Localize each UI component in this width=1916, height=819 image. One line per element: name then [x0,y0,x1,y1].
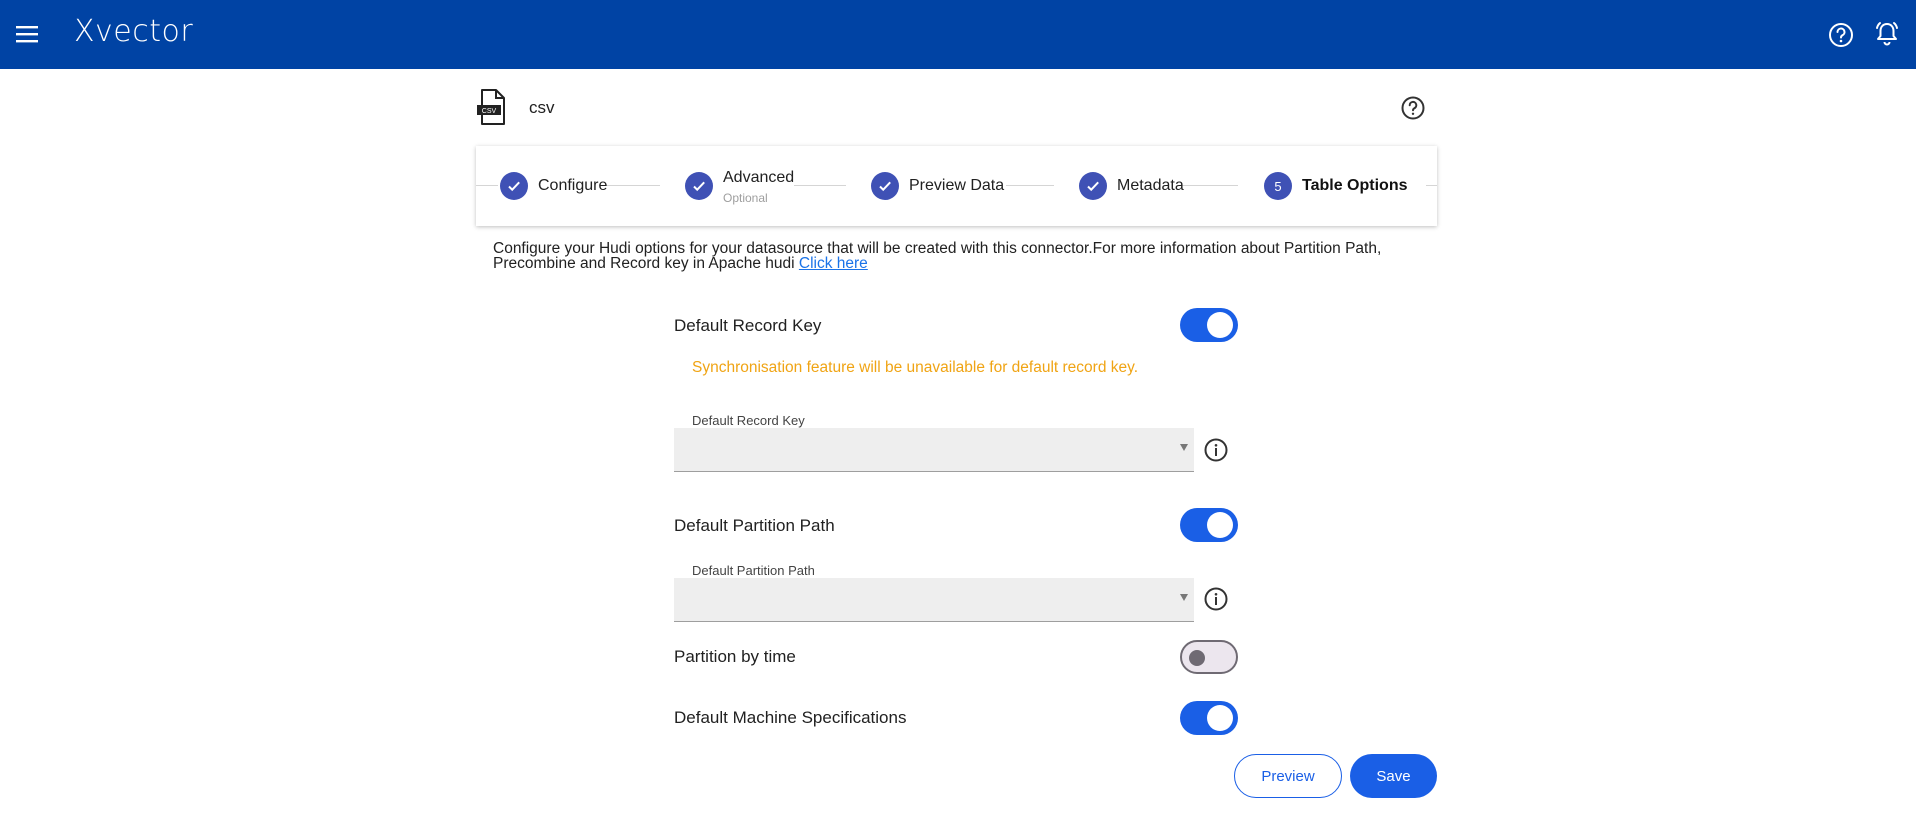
stepper: Configure Advanced Optional Preview Data… [476,146,1437,226]
step-table-options[interactable]: 5 Table Options [1264,146,1407,226]
menu-icon[interactable] [14,22,40,46]
partition-path-field-label: Default Partition Path [692,563,815,578]
step-sublabel: Optional [723,191,768,205]
default-machine-specs-toggle[interactable] [1180,701,1238,735]
step-connector [1426,185,1437,186]
help-icon[interactable] [1400,95,1426,121]
record-key-select[interactable] [674,428,1194,472]
check-icon [1079,172,1107,200]
step-label: Configure [538,177,608,194]
step-connector [606,185,660,186]
info-icon[interactable] [1203,437,1229,463]
intro-description: Configure your Hudi options for your dat… [493,240,1382,272]
step-connector [1182,185,1238,186]
click-here-link[interactable]: Click here [799,255,868,272]
step-metadata[interactable]: Metadata [1079,146,1184,226]
info-icon[interactable] [1203,586,1229,612]
check-icon [871,172,899,200]
caret-down-icon [1180,444,1188,451]
step-advanced[interactable]: Advanced Optional [685,146,794,226]
intro-text: Configure your Hudi options for your dat… [493,240,1428,272]
step-label: Advanced [723,169,795,186]
save-button[interactable]: Save [1350,754,1437,798]
svg-text:CSV: CSV [482,108,497,115]
caret-down-icon [1180,594,1188,601]
step-label: Preview Data [909,177,1005,194]
check-icon [500,172,528,200]
record-key-field-label: Default Record Key [692,413,805,428]
csv-file-icon: CSV [477,89,505,125]
preview-button[interactable]: Preview [1234,754,1342,798]
check-icon [685,172,713,200]
step-preview-data[interactable]: Preview Data [871,146,1004,226]
brand-logo[interactable]: Xvector [74,14,193,49]
step-connector [476,185,498,186]
bell-icon[interactable] [1872,19,1902,49]
source-title: csv [529,98,555,117]
default-machine-specs-label: Default Machine Specifications [674,708,907,727]
partition-by-time-label: Partition by time [674,647,796,666]
partition-by-time-toggle[interactable] [1180,640,1238,674]
help-icon[interactable] [1827,21,1855,49]
partition-path-select[interactable] [674,578,1194,622]
step-configure[interactable]: Configure [500,146,607,226]
default-partition-path-label: Default Partition Path [674,516,835,535]
step-label: Metadata [1117,177,1184,194]
app-bar: Xvector [0,0,1916,69]
step-label: Table Options [1302,177,1408,194]
step-connector [1006,185,1054,186]
sync-warning: Synchronisation feature will be unavaila… [692,359,1139,376]
default-partition-path-toggle[interactable] [1180,508,1238,542]
default-record-key-toggle[interactable] [1180,308,1238,342]
step-number: 5 [1264,172,1292,200]
step-connector [794,185,846,186]
default-record-key-label: Default Record Key [674,316,822,335]
